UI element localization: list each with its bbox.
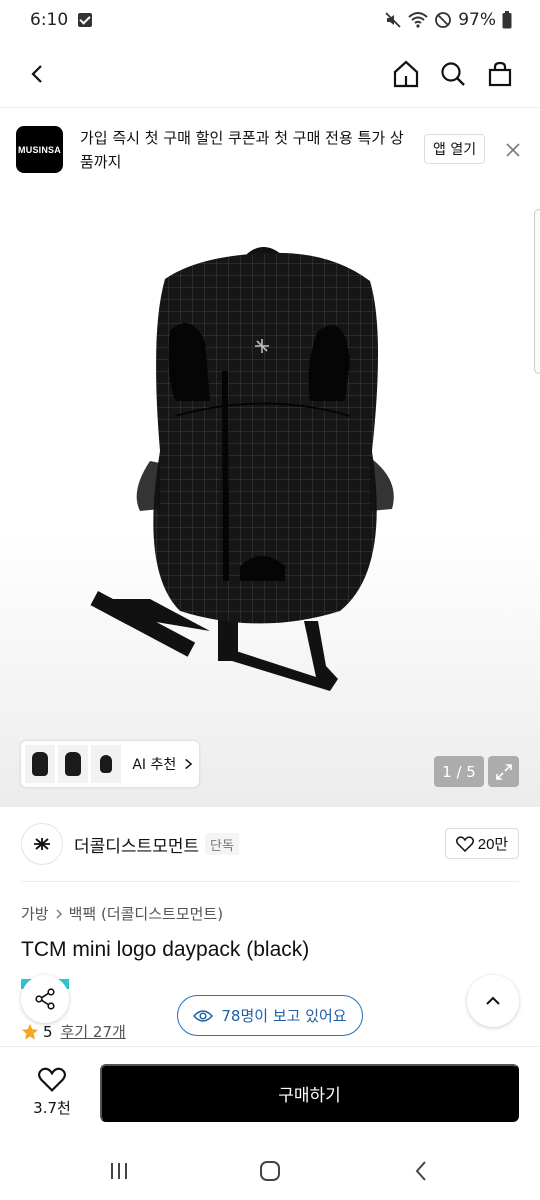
image-counter: 1 / 5 xyxy=(434,756,484,787)
wishlist-button[interactable]: 3.7천 xyxy=(20,1067,84,1123)
share-button[interactable] xyxy=(21,975,69,1023)
star-icon xyxy=(21,1023,39,1040)
product-image-gallery[interactable]: AI 추천 1 / 5 xyxy=(0,191,540,807)
heart-icon xyxy=(455,835,474,852)
open-app-button[interactable]: 앱 열기 xyxy=(424,134,486,164)
do-not-disturb-icon xyxy=(435,12,452,28)
musinsa-logo: MUSINSA xyxy=(16,126,63,173)
thumbnail-2[interactable] xyxy=(58,745,89,783)
buy-bar: 3.7천 구매하기 xyxy=(0,1046,540,1138)
heart-icon xyxy=(38,1067,66,1092)
wifi-icon xyxy=(408,12,428,28)
expand-icon[interactable] xyxy=(488,756,519,787)
thumbnail-bag-image xyxy=(100,755,113,773)
exclusive-tag: 단독 xyxy=(205,833,239,855)
divider xyxy=(21,881,519,882)
breadcrumb: 가방 백팩 (더콜디스트모먼트) xyxy=(21,903,223,924)
back-nav-icon[interactable] xyxy=(406,1156,436,1186)
chevron-right-icon xyxy=(185,758,193,770)
chevron-up-icon xyxy=(486,996,500,1005)
thumbnail-strip[interactable]: AI 추천 xyxy=(21,741,199,787)
search-icon[interactable] xyxy=(435,56,471,92)
brand-like-count: 20만 xyxy=(477,836,509,853)
breadcrumb-subcategory[interactable]: 백팩 (더콜디스트모먼트) xyxy=(69,903,223,924)
chevron-right-icon xyxy=(56,909,62,918)
home-nav-icon[interactable] xyxy=(255,1156,285,1186)
viewers-pill: 78명이 보고 있어요 xyxy=(177,995,363,1036)
buy-button[interactable]: 구매하기 xyxy=(100,1064,519,1122)
status-right: 97% xyxy=(384,10,512,30)
app-promo-banner: MUSINSA 가입 즉시 첫 구매 할인 쿠폰과 첫 구매 전용 특가 상품까… xyxy=(0,109,540,191)
ai-recommend-label[interactable]: AI 추천 xyxy=(132,754,176,774)
status-time: 6:10 xyxy=(30,10,69,30)
battery-percent: 97% xyxy=(458,10,496,30)
brand-logo[interactable] xyxy=(21,823,63,865)
thumbnail-bag-image xyxy=(65,752,82,776)
breadcrumb-category[interactable]: 가방 xyxy=(21,903,49,924)
promo-message: 가입 즉시 첫 구매 할인 쿠폰과 첫 구매 전용 특가 상품까지 xyxy=(80,129,404,171)
app-header xyxy=(0,40,540,108)
mute-icon xyxy=(385,12,401,28)
back-arrow-icon[interactable] xyxy=(20,56,56,92)
brand-name[interactable]: 더콜디스트모먼트 xyxy=(74,832,199,857)
wishlist-count: 3.7천 xyxy=(33,1099,71,1117)
notification-check-icon xyxy=(78,13,93,27)
share-icon xyxy=(35,988,55,1010)
brand-like-button[interactable]: 20만 xyxy=(445,828,519,859)
product-title: TCM mini logo daypack (black) xyxy=(21,938,310,961)
rating-row: 5 후기 27개 xyxy=(21,1021,126,1042)
viewers-text: 78명이 보고 있어요 xyxy=(221,1007,347,1025)
thumbnail-3[interactable] xyxy=(91,745,122,783)
brand-row[interactable]: 더콜디스트모먼트 단독 20만 xyxy=(0,820,540,880)
thumbnail-1[interactable] xyxy=(25,745,56,783)
brand-mark-icon xyxy=(34,838,50,850)
scroll-top-button[interactable] xyxy=(467,975,519,1027)
status-left: 6:10 xyxy=(30,10,93,30)
close-icon[interactable] xyxy=(503,140,523,160)
system-nav-bar xyxy=(0,1138,540,1200)
product-image xyxy=(90,247,394,691)
thumbnail-bag-image xyxy=(32,752,49,776)
rating-score: 5 xyxy=(43,1022,53,1041)
shopping-bag-icon[interactable] xyxy=(482,56,518,92)
home-icon[interactable] xyxy=(388,56,424,92)
battery-icon xyxy=(502,11,512,29)
reviews-link[interactable]: 후기 27개 xyxy=(61,1021,126,1042)
status-bar: 6:10 97% xyxy=(0,0,540,40)
recent-apps-icon[interactable] xyxy=(104,1156,134,1186)
eye-icon xyxy=(193,1009,214,1022)
